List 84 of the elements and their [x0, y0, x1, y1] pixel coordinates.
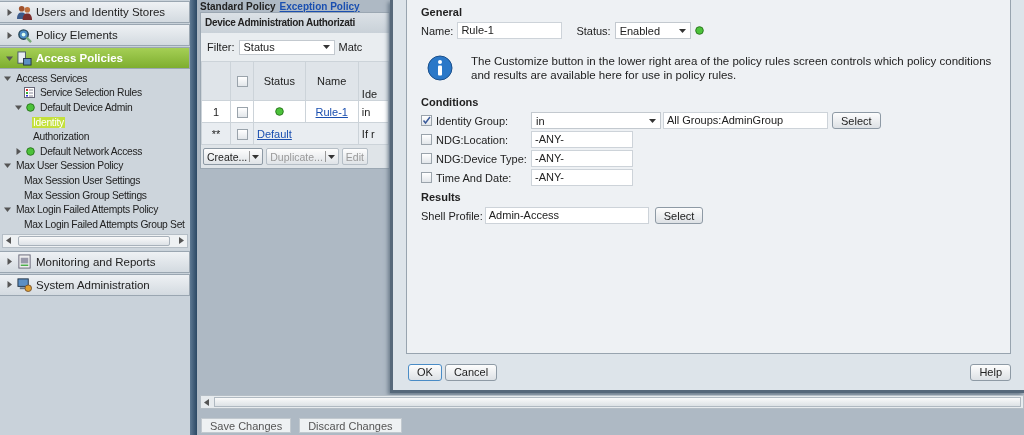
tree-item[interactable]: Max Session User Settings	[23, 174, 142, 186]
nav-section[interactable]: Monitoring and Reports	[0, 250, 190, 273]
scroll-left-icon[interactable]	[6, 237, 11, 245]
expand-arrow-icon[interactable]	[6, 8, 13, 16]
tree-item[interactable]: Max User Session Policy	[15, 160, 124, 172]
match-label: Matc	[338, 41, 363, 53]
field-label: Shell Profile:	[421, 209, 483, 222]
section-heading: Conditions	[421, 96, 480, 108]
rule-link[interactable]: Default	[257, 127, 292, 140]
collapse-arrow-icon[interactable]	[4, 74, 11, 82]
collapse-arrow-icon[interactable]	[4, 162, 11, 170]
checkbox[interactable]	[236, 106, 248, 118]
policy-tab[interactable]: Standard Policy	[200, 1, 276, 12]
operator-dropdown[interactable]: in	[531, 112, 661, 129]
filter-label: Filter:	[207, 41, 235, 53]
info-text: The Customize button in the lower right area of the policy rules screen controls which policy conditions and results are available here for use in policy rules.	[471, 54, 993, 82]
value-field[interactable]: -ANY-	[531, 150, 633, 167]
ok-button[interactable]: OK	[408, 363, 442, 381]
value-field[interactable]: All Groups:AdminGroup	[663, 112, 828, 129]
condition-label: NDG:Location:	[436, 133, 510, 146]
scroll-left-icon[interactable]	[204, 398, 209, 406]
tree-item[interactable]: Default Network Access	[39, 145, 144, 157]
condition-label: Identity Group:	[436, 114, 510, 127]
policy-tab[interactable]: Exception Policy	[279, 1, 360, 12]
horizontal-scrollbar[interactable]	[200, 395, 1024, 409]
tree-item[interactable]: Service Selection Rules	[39, 87, 143, 99]
tree-item[interactable]: Authorization	[32, 131, 91, 143]
tree-item[interactable]: Max Session Group Settings	[23, 189, 148, 201]
condition-label: NDG:Device Type:	[436, 152, 527, 165]
help-button[interactable]: Help	[970, 363, 1011, 381]
checkbox[interactable]	[421, 115, 432, 126]
status-label: Status:	[576, 24, 611, 37]
name-field[interactable]: Rule-1	[457, 22, 563, 39]
nav-section[interactable]: System Administration	[0, 273, 190, 296]
computer-icon	[17, 50, 32, 66]
checkbox[interactable]	[421, 134, 432, 145]
checkbox[interactable]	[421, 153, 432, 164]
column-header: Status	[253, 61, 306, 101]
nav-section[interactable]: Policy Elements	[0, 24, 190, 46]
value-field[interactable]: -ANY-	[531, 131, 633, 148]
checkbox[interactable]	[236, 76, 248, 88]
select-button[interactable]: Select	[654, 207, 704, 224]
people-icon	[17, 4, 32, 20]
row-index: **	[201, 122, 231, 145]
report-icon	[17, 254, 32, 270]
expand-arrow-icon[interactable]	[6, 31, 13, 39]
section-heading: Results	[421, 191, 462, 203]
save-changes-button[interactable]: Save Changes	[201, 418, 292, 433]
tree-item[interactable]: Access Services	[15, 72, 89, 84]
tree-item[interactable]: Default Device Admin	[39, 102, 134, 113]
expand-arrow-icon[interactable]	[15, 147, 22, 155]
collapse-arrow-icon[interactable]	[15, 104, 22, 111]
panel-title: Device Administration Authorizati	[201, 13, 389, 33]
rules-list-icon	[24, 87, 35, 99]
checkbox[interactable]	[421, 172, 432, 183]
row-index: 1	[201, 100, 231, 123]
scroll-right-icon[interactable]	[179, 237, 184, 245]
name-label: Name:	[421, 24, 454, 37]
discard-changes-button[interactable]: Discard Changes	[299, 418, 402, 433]
cancel-button[interactable]: Cancel	[444, 363, 498, 381]
collapse-arrow-icon[interactable]	[4, 206, 11, 214]
tree-item[interactable]: Max Login Failed Attempts Group Set	[23, 218, 186, 230]
condition-label: Time And Date:	[436, 171, 513, 184]
toolbar-button[interactable]: Create...	[203, 148, 264, 165]
tree-item[interactable]: Max Login Failed Attempts Policy	[15, 204, 160, 216]
column-header: Name	[305, 61, 359, 101]
info-icon	[427, 55, 453, 81]
section-heading: General	[421, 6, 463, 18]
column-header: Ide	[358, 61, 389, 101]
expand-arrow-icon[interactable]	[6, 281, 13, 289]
dropdown-caret-icon	[678, 28, 686, 33]
expand-arrow-icon[interactable]	[6, 258, 13, 266]
dropdown-caret-icon	[322, 45, 330, 49]
dropdown-caret-icon	[649, 118, 656, 123]
horizontal-scrollbar[interactable]	[2, 233, 188, 248]
select-button[interactable]: Select	[832, 112, 881, 129]
checkbox[interactable]	[236, 128, 248, 140]
computer-gear-icon	[17, 277, 32, 293]
value-field[interactable]: Admin-Access	[484, 207, 649, 224]
status-select[interactable]: Enabled	[614, 22, 691, 39]
value-field[interactable]: -ANY-	[531, 169, 633, 186]
collapse-arrow-icon[interactable]	[6, 54, 13, 62]
filter-dropdown[interactable]: Status	[238, 39, 335, 55]
nav-section[interactable]: Users and Identity Stores	[0, 1, 190, 23]
